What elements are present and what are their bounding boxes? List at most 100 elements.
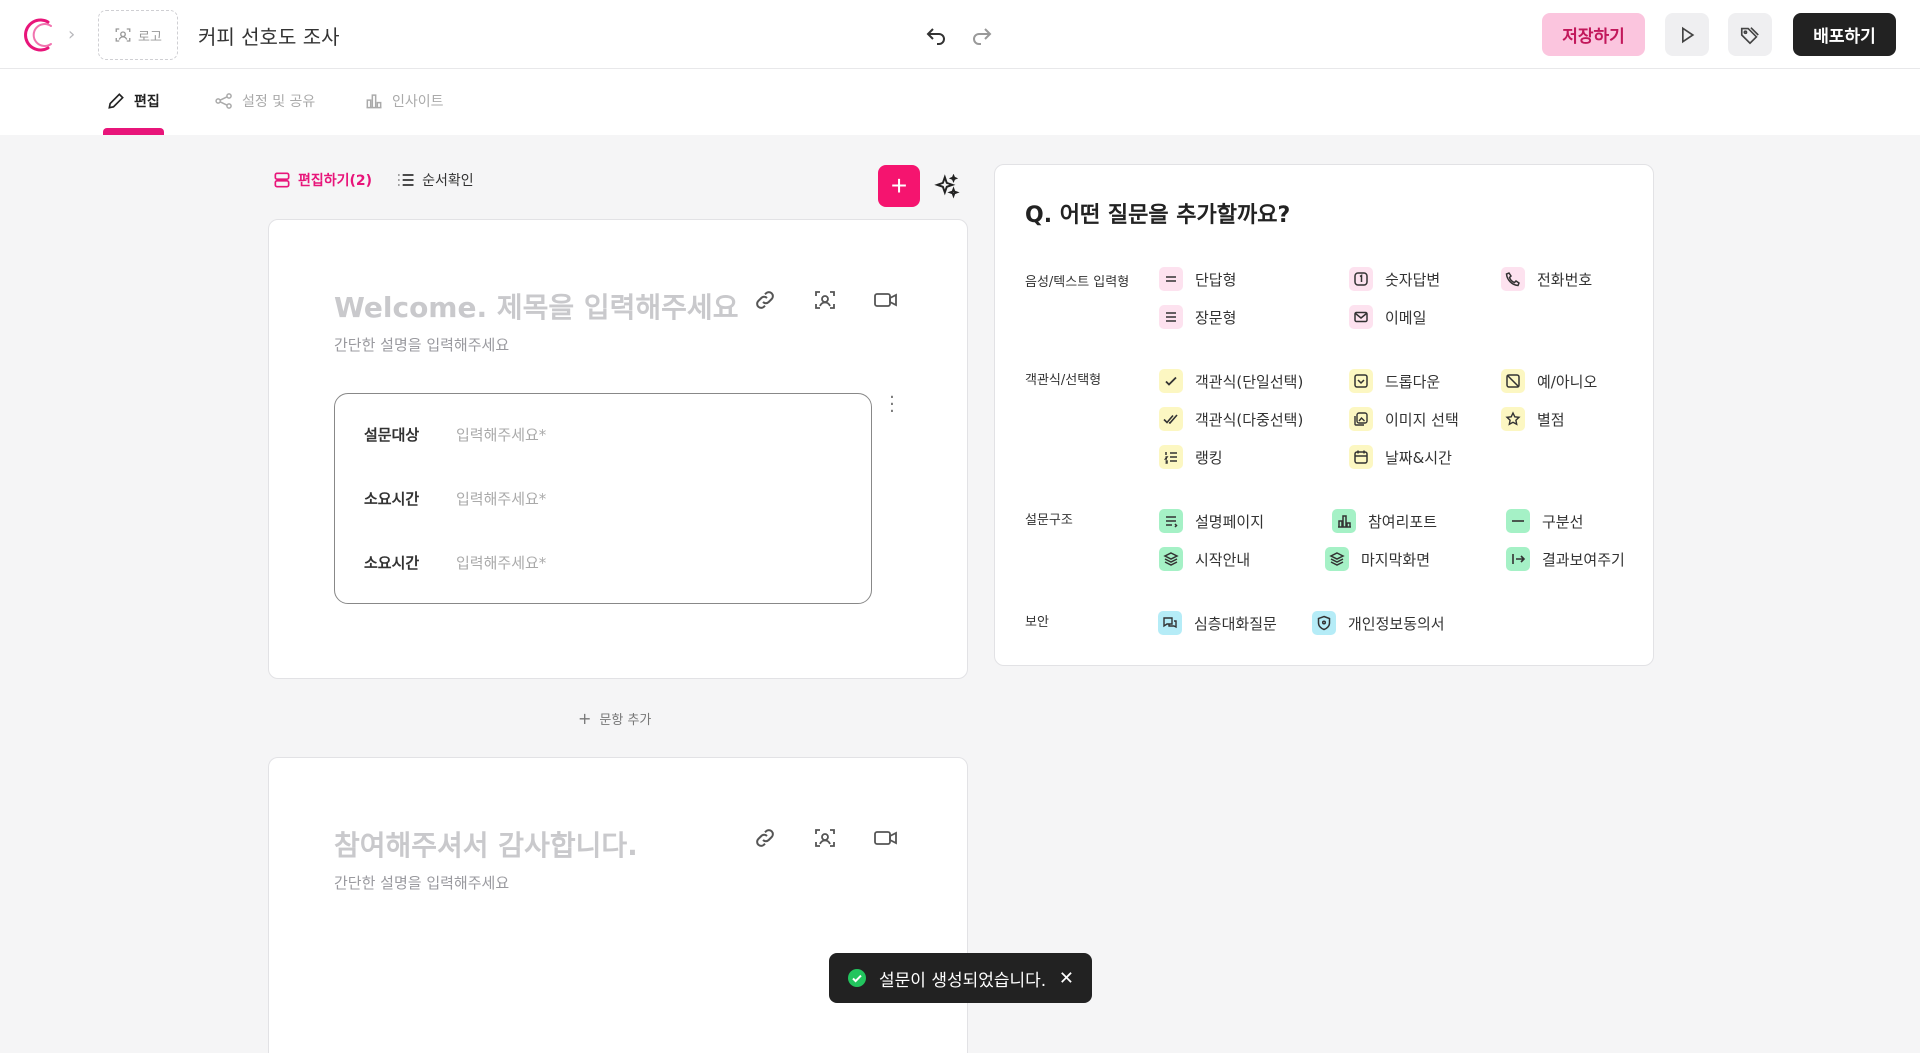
image-stack-icon <box>1349 407 1373 431</box>
toast-message: 설문이 생성되었습니다. <box>879 970 1047 991</box>
link-icon[interactable] <box>753 288 777 312</box>
active-tab-indicator <box>103 128 164 135</box>
welcome-card[interactable]: Welcome. 제목을 입력해주세요 간단한 설명을 입력해주세요 설문대상 … <box>268 219 968 679</box>
scan-icon <box>115 28 131 42</box>
type-label: 개인정보동의서 <box>1348 614 1445 633</box>
type-label: 전화번호 <box>1537 270 1593 289</box>
type-label: 이메일 <box>1385 308 1427 327</box>
type-short-answer[interactable]: 단답형 <box>1159 267 1236 291</box>
type-label: 시작안내 <box>1195 550 1251 569</box>
arrow-right-bar-icon <box>1506 547 1530 571</box>
type-label: 심층대화질문 <box>1194 614 1277 633</box>
type-rating[interactable]: 별점 <box>1501 407 1565 431</box>
survey-info-box: 설문대상 입력해주세요* 소요시간 입력해주세요* 소요시간 입력해주세요* <box>334 393 872 604</box>
welcome-description-input[interactable]: 간단한 설명을 입력해주세요 <box>334 334 509 355</box>
short-text-icon <box>1159 267 1183 291</box>
ending-card[interactable]: 참여해주셔서 감사합니다. 간단한 설명을 입력해주세요 <box>268 757 968 1053</box>
info-row-target: 설문대상 입력해주세요* <box>364 424 546 445</box>
logo-upload-button[interactable]: 로고 <box>98 10 178 60</box>
type-show-results[interactable]: 결과보여주기 <box>1506 547 1625 571</box>
toggle-order[interactable]: 순서확인 <box>396 170 474 190</box>
info-label: 소요시간 <box>364 554 420 572</box>
preview-button[interactable] <box>1665 13 1709 56</box>
type-email[interactable]: 이메일 <box>1349 305 1426 329</box>
target-input[interactable]: 입력해주세요* <box>456 424 546 445</box>
check-icon <box>1159 369 1183 393</box>
type-yes-no[interactable]: 예/아니오 <box>1501 369 1597 393</box>
type-report[interactable]: 참여리포트 <box>1332 509 1437 533</box>
layers-icon <box>1325 547 1349 571</box>
breadcrumb-chevron-icon: › <box>68 24 76 45</box>
survey-title[interactable]: 커피 선호도 조사 <box>198 21 340 50</box>
more-options-icon[interactable]: · · · <box>885 389 899 421</box>
tab-edit[interactable]: 편집 <box>106 91 160 111</box>
category-label: 설문구조 <box>1025 513 1073 528</box>
type-label: 장문형 <box>1195 308 1237 327</box>
type-image-choice[interactable]: 이미지 선택 <box>1349 407 1459 431</box>
deploy-button[interactable]: 배포하기 <box>1793 13 1896 56</box>
tab-settings-share[interactable]: 설정 및 공유 <box>214 91 315 111</box>
tab-bar: 편집 설정 및 공유 인사이트 <box>0 69 1920 135</box>
add-item-button[interactable]: + 문항 추가 <box>578 709 651 728</box>
ending-description-input[interactable]: 간단한 설명을 입력해주세요 <box>334 872 509 893</box>
tab-edit-label: 편집 <box>134 94 160 110</box>
type-label: 이미지 선택 <box>1385 410 1459 429</box>
question-type-panel: Q. 어떤 질문을 추가할까요? 음성/텍스트 입력형 단답형 숫자답변 전화번… <box>994 164 1654 666</box>
type-label: 객관식(단일선택) <box>1195 372 1304 391</box>
plus-icon: + <box>578 709 592 728</box>
redo-icon[interactable] <box>970 22 994 46</box>
calendar-icon <box>1349 445 1373 469</box>
duration-input-2[interactable]: 입력해주세요* <box>456 552 546 573</box>
type-multi-choice[interactable]: 객관식(다중선택) <box>1159 407 1303 431</box>
brand-logo-icon[interactable] <box>18 16 56 54</box>
tab-insight-label: 인사이트 <box>392 94 444 110</box>
ending-title-input[interactable]: 참여해주셔서 감사합니다. <box>334 824 638 864</box>
type-ranking[interactable]: 랭킹 <box>1159 445 1223 469</box>
type-start-guide[interactable]: 시작안내 <box>1159 547 1250 571</box>
close-icon[interactable]: ✕ <box>1059 968 1074 989</box>
view-toggle: 편집하기(2) 순서확인 <box>272 170 474 190</box>
save-button[interactable]: 저장하기 <box>1542 13 1645 56</box>
shield-icon <box>1312 611 1336 635</box>
info-row-duration-2: 소요시간 입력해주세요* <box>364 552 546 573</box>
toggle-edit[interactable]: 편집하기(2) <box>272 170 372 190</box>
duration-input[interactable]: 입력해주세요* <box>456 488 546 509</box>
undo-icon[interactable] <box>924 22 948 46</box>
type-single-choice[interactable]: 객관식(단일선택) <box>1159 369 1303 393</box>
image-scan-icon[interactable] <box>813 826 837 850</box>
type-privacy-consent[interactable]: 개인정보동의서 <box>1312 611 1445 635</box>
add-question-button[interactable]: + <box>878 165 920 207</box>
type-datetime[interactable]: 날짜&시간 <box>1349 445 1452 469</box>
top-header: › 로고 커피 선호도 조사 저장하기 배포하기 <box>0 0 1920 69</box>
sparkle-icon[interactable] <box>934 174 960 200</box>
type-divider[interactable]: 구분선 <box>1506 509 1583 533</box>
card-media-actions <box>753 288 897 312</box>
type-deep-conversation[interactable]: 심층대화질문 <box>1158 611 1277 635</box>
type-long-answer[interactable]: 장문형 <box>1159 305 1236 329</box>
yes-no-icon <box>1501 369 1525 393</box>
type-label: 별점 <box>1537 410 1565 429</box>
tab-insight[interactable]: 인사이트 <box>364 91 444 111</box>
number-icon <box>1349 267 1373 291</box>
type-label: 랭킹 <box>1195 448 1223 467</box>
share-icon <box>215 93 232 109</box>
document-lines-icon <box>1159 509 1183 533</box>
video-icon[interactable] <box>873 826 897 850</box>
type-description-page[interactable]: 설명페이지 <box>1159 509 1264 533</box>
mail-icon <box>1349 305 1373 329</box>
check-circle-icon <box>848 969 866 987</box>
type-number[interactable]: 숫자답변 <box>1349 267 1440 291</box>
tag-button[interactable] <box>1728 13 1772 56</box>
layers-icon <box>1159 547 1183 571</box>
link-icon[interactable] <box>753 826 777 850</box>
video-icon[interactable] <box>873 288 897 312</box>
type-dropdown[interactable]: 드롭다운 <box>1349 369 1440 393</box>
welcome-title-input[interactable]: Welcome. 제목을 입력해주세요 <box>334 286 738 326</box>
type-phone[interactable]: 전화번호 <box>1501 267 1592 291</box>
type-label: 구분선 <box>1542 512 1584 531</box>
type-end-screen[interactable]: 마지막화면 <box>1325 547 1430 571</box>
panel-title: Q. 어떤 질문을 추가할까요? <box>1025 203 1291 228</box>
image-scan-icon[interactable] <box>813 288 837 312</box>
logo-label: 로고 <box>138 29 162 45</box>
stack-icon <box>274 172 290 188</box>
